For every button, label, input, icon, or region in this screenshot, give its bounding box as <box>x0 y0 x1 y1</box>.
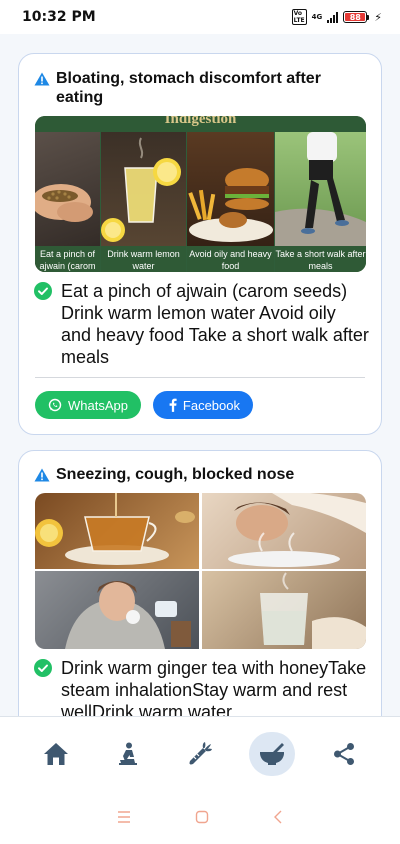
warm-water-photo <box>202 571 366 649</box>
divider <box>35 377 365 378</box>
status-icons: Vo LTE 4G 88 ⚡ <box>291 9 382 25</box>
warning-icon <box>34 72 50 86</box>
tea-cup-icon <box>35 493 195 565</box>
volte-icon: Vo LTE <box>291 9 307 25</box>
panel-caption: Drink warm lemon water <box>101 246 186 272</box>
share-row: WhatsApp Facebook <box>35 391 253 419</box>
nav-remedies[interactable] <box>249 731 295 776</box>
facebook-share-button[interactable]: Facebook <box>153 391 253 419</box>
meditation-icon <box>119 742 137 765</box>
remedy-image <box>35 493 366 649</box>
remedies-list[interactable]: Bloating, stomach discomfort after eatin… <box>0 34 400 716</box>
home-button-icon[interactable] <box>195 810 209 824</box>
panel-caption: Avoid oily and heavy food <box>187 246 274 272</box>
carrot-icon <box>189 741 212 764</box>
card-title: Sneezing, cough, blocked nose <box>56 466 295 483</box>
system-navigation-bar <box>0 790 400 844</box>
panel-caption: Take a short walk after meals <box>275 246 366 272</box>
steam-inhalation-photo <box>202 493 366 569</box>
blanket-rest-photo <box>35 571 199 649</box>
network-type: 4G <box>311 13 323 21</box>
image-banner: Indigestion <box>35 116 366 132</box>
water-glass-icon <box>260 572 366 649</box>
remedy-card[interactable]: Bloating, stomach discomfort after eatin… <box>18 53 382 435</box>
burger-fries-icon <box>188 168 273 242</box>
facebook-icon <box>169 398 177 412</box>
back-icon[interactable] <box>273 810 283 824</box>
status-time: 10:32 PM <box>22 9 96 25</box>
whatsapp-share-button[interactable]: WhatsApp <box>35 391 141 419</box>
check-circle-icon <box>34 659 52 677</box>
panel-caption: Eat a pinch of ajwain (carom seeds) <box>35 246 100 272</box>
facebook-label: Facebook <box>182 397 240 413</box>
remedy-card[interactable]: Sneezing, cough, blocked nose Drink warm… <box>18 450 382 716</box>
card-header: Bloating, stomach discomfort after eatin… <box>34 69 366 107</box>
bottom-navigation <box>0 716 400 790</box>
description-text: Eat a pinch of ajwain (carom seeds) Drin… <box>61 281 369 367</box>
card-title: Bloating, stomach discomfort after eatin… <box>56 70 321 106</box>
hand-icon <box>35 184 93 222</box>
lemon-water-photo: Drink warm lemon water <box>101 132 186 272</box>
description-text: Drink warm ginger tea with honeyTake ste… <box>61 658 367 716</box>
recent-apps-icon[interactable] <box>117 811 131 823</box>
fried-food-photo: Avoid oily and heavy food <box>187 132 274 272</box>
nav-share[interactable] <box>321 732 367 776</box>
home-icon <box>44 742 68 765</box>
remedy-image: Indigestion Eat a pinch of ajwain (carom… <box>35 116 366 272</box>
status-bar: 10:32 PM Vo LTE 4G 88 ⚡ <box>0 0 400 34</box>
warning-icon <box>34 468 50 482</box>
mortar-pestle-icon <box>260 742 284 765</box>
walker-icon <box>275 132 366 246</box>
battery-icon: 88 <box>343 11 370 23</box>
sick-person-icon <box>65 581 191 649</box>
charging-icon: ⚡ <box>374 10 382 24</box>
card-header: Sneezing, cough, blocked nose <box>34 465 366 484</box>
signal-icon <box>327 11 339 23</box>
whatsapp-icon <box>48 398 62 412</box>
nav-food[interactable] <box>177 732 223 776</box>
remedy-description: Drink warm ginger tea with honeyTake ste… <box>34 657 369 716</box>
whatsapp-label: WhatsApp <box>68 397 128 413</box>
battery-level: 88 <box>345 13 366 22</box>
nav-meditation[interactable] <box>105 732 151 776</box>
ginger-tea-photo <box>35 493 199 569</box>
walking-photo: Take a short walk after meals <box>275 132 366 272</box>
ajwain-seeds-photo: Eat a pinch of ajwain (carom seeds) <box>35 132 100 272</box>
check-circle-icon <box>34 282 52 300</box>
remedy-description: Eat a pinch of ajwain (carom seeds) Drin… <box>34 280 369 368</box>
nav-home[interactable] <box>33 732 79 776</box>
glass-icon <box>101 137 181 242</box>
share-icon <box>334 742 354 765</box>
steam-face-icon <box>228 493 366 567</box>
